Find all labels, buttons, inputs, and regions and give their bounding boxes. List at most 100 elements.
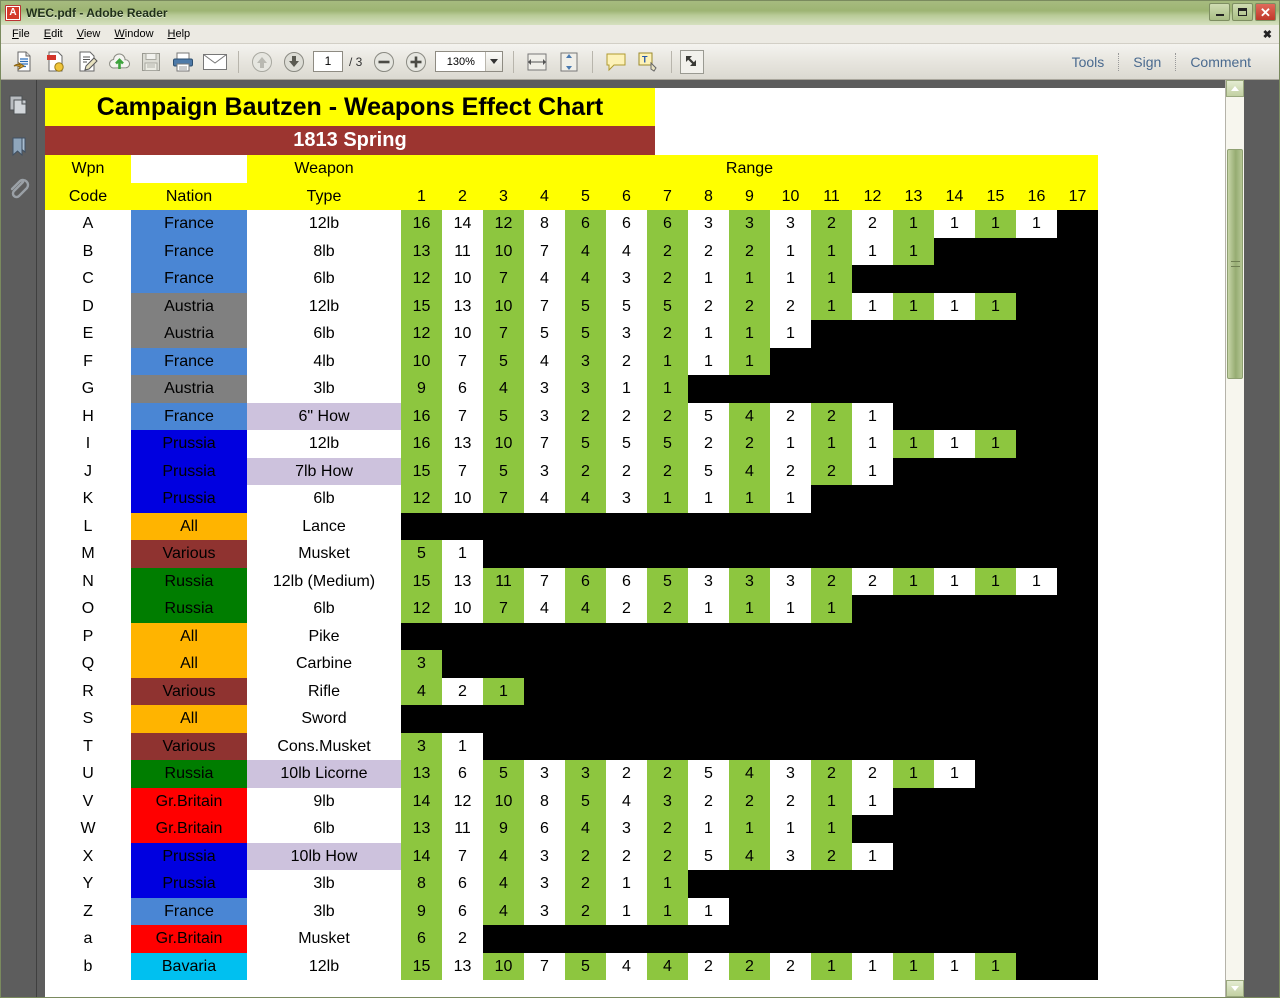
cell-range-empty xyxy=(1057,512,1098,540)
cell-range-empty xyxy=(1016,732,1057,760)
cell-range-empty xyxy=(852,650,893,678)
cell-range-empty xyxy=(893,540,934,568)
cell-range-value: 3 xyxy=(565,347,606,375)
vertical-scrollbar[interactable] xyxy=(1225,80,1244,997)
cell-range-empty xyxy=(852,732,893,760)
scroll-up-button[interactable] xyxy=(1226,80,1244,97)
cell-range-empty xyxy=(729,705,770,733)
cell-range-value: 1 xyxy=(688,347,729,375)
cell-nation: Gr.Britain xyxy=(131,815,247,843)
cell-nation: Prussia xyxy=(131,457,247,485)
scrollbar-track[interactable] xyxy=(1226,97,1244,980)
cell-range-empty xyxy=(1057,210,1098,238)
create-pdf-icon[interactable] xyxy=(40,48,70,76)
cell-range-value: 14 xyxy=(442,210,483,238)
chevron-down-icon[interactable] xyxy=(485,52,503,71)
cell-weapon-type: 10lb Licorne xyxy=(247,760,401,788)
main-toolbar: 1 / 3 130% T Tools Sign Comment xyxy=(1,44,1279,80)
open-file-icon[interactable] xyxy=(8,48,38,76)
close-button[interactable]: ✕ xyxy=(1255,3,1276,21)
page-thumbnails-icon[interactable] xyxy=(7,92,31,118)
cell-range-value: 1 xyxy=(770,485,811,513)
upload-cloud-icon[interactable] xyxy=(104,48,134,76)
fullscreen-icon[interactable] xyxy=(680,49,705,74)
menu-edit[interactable]: Edit xyxy=(37,26,70,42)
previous-page-icon[interactable] xyxy=(247,48,277,76)
header-range-16: 16 xyxy=(1016,182,1057,210)
cell-range-empty xyxy=(975,732,1016,760)
cell-range-empty xyxy=(483,705,524,733)
page-number-input[interactable]: 1 xyxy=(313,51,343,72)
cell-range-value: 6 xyxy=(442,897,483,925)
cell-range-empty xyxy=(975,870,1016,898)
table-row: S All Sword xyxy=(45,705,1098,733)
cell-weapon-code: C xyxy=(45,265,131,293)
cell-range-empty xyxy=(811,677,852,705)
cell-range-empty xyxy=(565,512,606,540)
print-icon[interactable] xyxy=(168,48,198,76)
document-viewport[interactable]: Campaign Bautzen - Weapons Effect Chart … xyxy=(37,80,1279,997)
fit-width-icon[interactable] xyxy=(522,48,552,76)
zoom-out-icon[interactable] xyxy=(369,48,399,76)
bookmarks-icon[interactable] xyxy=(7,134,31,160)
cell-range-value: 1 xyxy=(811,265,852,293)
cell-range-empty xyxy=(975,842,1016,870)
cell-weapon-type: 6lb xyxy=(247,265,401,293)
cell-range-empty xyxy=(1016,237,1057,265)
cell-weapon-code: S xyxy=(45,705,131,733)
cell-range-value: 1 xyxy=(606,897,647,925)
menu-view[interactable]: View xyxy=(70,26,108,42)
cell-range-value: 12 xyxy=(401,485,442,513)
cell-weapon-code: a xyxy=(45,925,131,953)
minimize-button[interactable] xyxy=(1209,3,1230,21)
close-document-icon[interactable]: ✖ xyxy=(1263,28,1272,41)
cell-range-value: 6 xyxy=(647,210,688,238)
attachments-icon[interactable] xyxy=(7,176,31,202)
table-row: L All Lance xyxy=(45,512,1098,540)
cell-range-value: 1 xyxy=(729,595,770,623)
scrollbar-thumb[interactable] xyxy=(1227,149,1243,379)
comment-button[interactable]: Comment xyxy=(1176,54,1265,70)
menu-file[interactable]: FFileile xyxy=(5,26,37,42)
zoom-level-combo[interactable]: 130% xyxy=(435,51,504,72)
cell-range-empty xyxy=(852,540,893,568)
cell-range-value: 1 xyxy=(852,842,893,870)
tools-button[interactable]: Tools xyxy=(1058,54,1119,70)
text-edit-icon[interactable]: T xyxy=(633,48,663,76)
cell-range-empty xyxy=(893,622,934,650)
maximize-button[interactable] xyxy=(1232,3,1253,21)
cell-weapon-type: 3lb xyxy=(247,375,401,403)
cell-range-value: 2 xyxy=(442,677,483,705)
cell-range-value: 10 xyxy=(483,787,524,815)
menu-help[interactable]: Help xyxy=(161,26,198,42)
cell-range-value: 1 xyxy=(770,595,811,623)
next-page-icon[interactable] xyxy=(279,48,309,76)
edit-pdf-icon[interactable] xyxy=(72,48,102,76)
menu-window[interactable]: Window xyxy=(107,26,160,42)
toolbar-divider-3 xyxy=(592,50,594,73)
cell-range-empty xyxy=(934,540,975,568)
cell-range-empty xyxy=(401,512,442,540)
cell-range-value: 5 xyxy=(483,760,524,788)
cell-range-empty xyxy=(606,650,647,678)
cell-weapon-type: 6" How xyxy=(247,402,401,430)
cell-range-empty xyxy=(606,540,647,568)
cell-range-value: 10 xyxy=(442,265,483,293)
scroll-down-button[interactable] xyxy=(1226,980,1244,997)
cell-range-empty xyxy=(852,265,893,293)
sign-button[interactable]: Sign xyxy=(1119,54,1175,70)
cell-nation: All xyxy=(131,512,247,540)
fit-page-icon[interactable] xyxy=(554,48,584,76)
cell-range-empty xyxy=(852,870,893,898)
cell-weapon-code: N xyxy=(45,567,131,595)
cell-range-value: 2 xyxy=(606,595,647,623)
sticky-note-icon[interactable] xyxy=(601,48,631,76)
cell-range-value: 2 xyxy=(852,210,893,238)
zoom-in-icon[interactable] xyxy=(401,48,431,76)
cell-range-empty xyxy=(442,650,483,678)
cell-range-empty xyxy=(442,622,483,650)
cell-range-empty xyxy=(524,732,565,760)
cell-range-empty xyxy=(893,265,934,293)
email-icon[interactable] xyxy=(200,48,230,76)
cell-range-empty xyxy=(1016,485,1057,513)
